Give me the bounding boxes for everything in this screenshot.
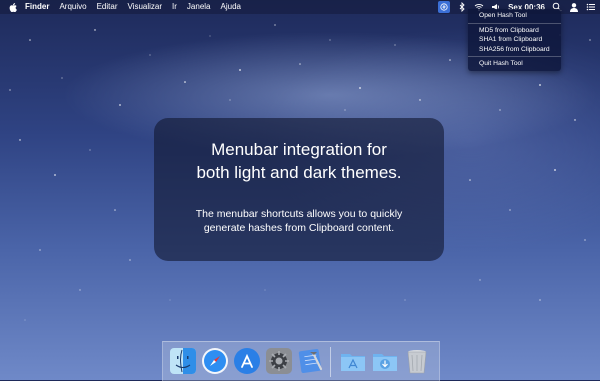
menu-ir[interactable]: Ir bbox=[167, 0, 182, 14]
menu-sha1-from-clipboard[interactable]: SHA1 from Clipboard bbox=[468, 35, 561, 45]
menu-visualizar[interactable]: Visualizar bbox=[122, 0, 167, 14]
headline-line-2: both light and dark themes. bbox=[196, 163, 402, 182]
menu-separator bbox=[468, 56, 561, 57]
safari-icon[interactable] bbox=[201, 347, 229, 375]
panel-headline: Menubar integration for both light and d… bbox=[154, 138, 444, 184]
hash-tool-dropdown: Open Hash Tool MD5 from Clipboard SHA1 f… bbox=[468, 9, 561, 71]
menu-open-hash-tool[interactable]: Open Hash Tool bbox=[468, 11, 561, 21]
subtext-line-1: The menubar shortcuts allows you to quic… bbox=[195, 208, 403, 220]
system-preferences-icon[interactable] bbox=[265, 347, 293, 375]
menu-separator bbox=[468, 22, 561, 24]
dock bbox=[162, 341, 440, 381]
promo-panel: Menubar integration for both light and d… bbox=[154, 118, 444, 261]
menu-md5-from-clipboard[interactable]: MD5 from Clipboard bbox=[468, 26, 561, 36]
headline-line-1: Menubar integration for bbox=[211, 140, 387, 159]
menu-janela[interactable]: Janela bbox=[182, 0, 216, 14]
xcode-icon[interactable] bbox=[297, 347, 325, 375]
menu-editar[interactable]: Editar bbox=[92, 0, 123, 14]
hash-tool-icon[interactable]: # bbox=[438, 1, 451, 13]
downloads-folder-icon[interactable] bbox=[371, 347, 399, 375]
menu-sha256-from-clipboard[interactable]: SHA256 from Clipboard bbox=[468, 45, 561, 55]
menu-quit-hash-tool[interactable]: Quit Hash Tool bbox=[468, 59, 561, 69]
menu-ajuda[interactable]: Ajuda bbox=[216, 0, 246, 14]
finder-icon[interactable] bbox=[169, 347, 197, 375]
bluetooth-icon[interactable] bbox=[457, 2, 467, 12]
menu-app-name[interactable]: Finder bbox=[20, 0, 54, 14]
user-icon[interactable] bbox=[569, 2, 579, 12]
app-store-icon[interactable] bbox=[233, 347, 261, 375]
applications-folder-icon[interactable] bbox=[339, 347, 367, 375]
subtext-line-2: generate hashes from Clipboard content. bbox=[203, 222, 395, 234]
svg-text:#: # bbox=[442, 5, 446, 11]
dock-separator bbox=[330, 347, 331, 377]
menu-arquivo[interactable]: Arquivo bbox=[54, 0, 91, 14]
trash-icon[interactable] bbox=[403, 347, 431, 375]
notification-list-icon[interactable] bbox=[586, 2, 596, 12]
panel-subtext: The menubar shortcuts allows you to quic… bbox=[154, 207, 444, 235]
apple-icon[interactable] bbox=[9, 2, 17, 12]
